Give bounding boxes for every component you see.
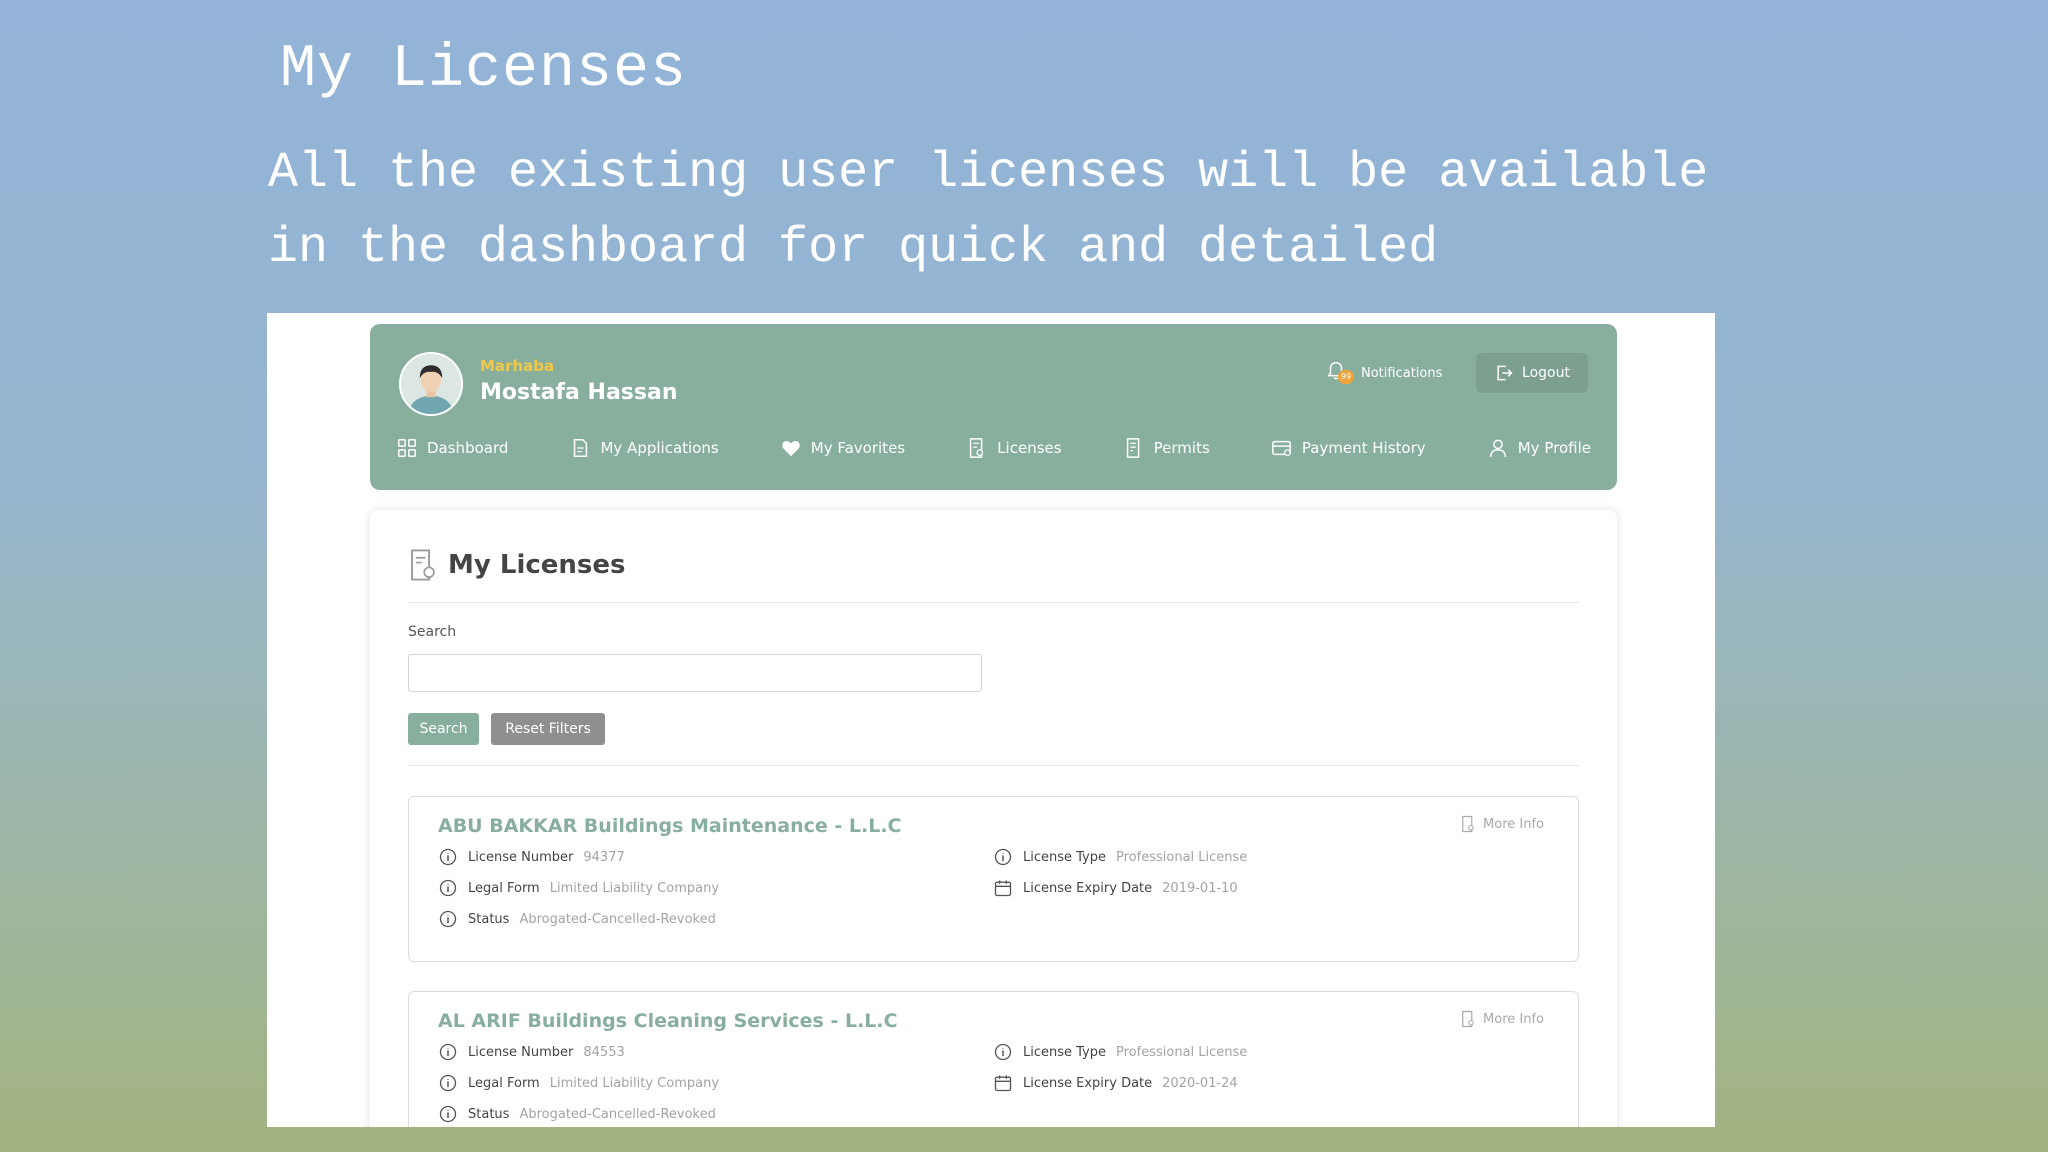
grid-icon: [398, 439, 416, 457]
legal-form-field: Legal Form Limited Liability Company: [438, 1073, 719, 1093]
license-icon: [411, 549, 435, 581]
greeting: Marhaba: [480, 357, 555, 375]
document-icon: [1462, 1010, 1474, 1028]
field-label: License Expiry Date: [1023, 880, 1153, 896]
bell-icon: 99: [1325, 360, 1357, 386]
field-label: Status: [468, 911, 510, 927]
slide-title: My Licenses: [280, 36, 688, 104]
license-expiry-field: License Expiry Date 2020-01-24: [993, 1073, 1238, 1093]
user-avatar[interactable]: [399, 352, 463, 416]
info-icon: [994, 848, 1012, 866]
app-screenshot: Marhaba Mostafa Hassan 99 Notifications …: [267, 313, 1715, 1127]
heart-icon: [782, 440, 800, 457]
nav-item-my-profile[interactable]: My Profile: [1487, 437, 1591, 459]
status-field: Status Abrogated-Cancelled-Revoked: [438, 1104, 716, 1124]
nav-item-my-applications[interactable]: My Applications: [569, 437, 719, 459]
more-info-link[interactable]: More Info: [1459, 1010, 1544, 1028]
permit-icon: [1126, 438, 1139, 458]
field-value: Professional License: [1116, 1044, 1248, 1060]
search-input[interactable]: [408, 654, 982, 692]
licenses-card: My Licenses Search Search Reset Filters …: [370, 510, 1617, 1127]
document-icon: [1462, 815, 1474, 833]
license-name[interactable]: AL ARIF Buildings Cleaning Services - L.…: [438, 1010, 898, 1032]
page-title-text: My Licenses: [448, 550, 626, 580]
search-label: Search: [408, 624, 457, 640]
field-value: 2019-01-10: [1162, 880, 1238, 896]
nav-label: Dashboard: [427, 439, 509, 457]
nav-label: My Applications: [600, 439, 719, 457]
license-type-field: License Type Professional License: [993, 1042, 1247, 1062]
nav-item-permits[interactable]: Permits: [1123, 437, 1210, 459]
nav-label: Licenses: [997, 439, 1062, 457]
nav-label: My Favorites: [810, 439, 906, 457]
license-number-field: License Number 84553: [438, 1042, 625, 1062]
field-label: License Type: [1023, 849, 1107, 865]
search-button[interactable]: Search: [408, 713, 479, 745]
field-label: License Number: [468, 849, 574, 865]
nav-item-dashboard[interactable]: Dashboard: [396, 437, 508, 459]
license-number-field: License Number 94377: [438, 847, 625, 867]
info-icon: [994, 1043, 1012, 1061]
more-info-label: More Info: [1483, 1011, 1544, 1027]
license-type-field: License Type Professional License: [993, 847, 1247, 867]
logout-label: Logout: [1522, 365, 1570, 381]
field-value: Limited Liability Company: [549, 880, 720, 896]
field-value: Limited Liability Company: [549, 1075, 720, 1091]
info-icon: [439, 1043, 457, 1061]
field-value: Professional License: [1116, 849, 1248, 865]
field-label: Legal Form: [468, 1075, 540, 1091]
info-icon: [439, 879, 457, 897]
notifications-label: Notifications: [1361, 365, 1443, 381]
license-expiry-field: License Expiry Date 2019-01-10: [993, 878, 1238, 898]
divider: [408, 602, 1579, 603]
legal-form-field: Legal Form Limited Liability Company: [438, 878, 719, 898]
notification-badge: 99: [1338, 370, 1354, 384]
info-icon: [439, 910, 457, 928]
calendar-icon: [994, 1075, 1012, 1092]
logout-icon: [1497, 365, 1513, 381]
field-label: License Type: [1023, 1044, 1107, 1060]
field-value: 84553: [583, 1044, 625, 1060]
app-header: Marhaba Mostafa Hassan 99 Notifications …: [370, 324, 1617, 490]
nav-label: Payment History: [1301, 439, 1426, 457]
license-item: ABU BAKKAR Buildings Maintenance - L.L.C…: [408, 796, 1579, 962]
nav-label: Permits: [1153, 439, 1210, 457]
license-item: AL ARIF Buildings Cleaning Services - L.…: [408, 991, 1579, 1127]
page-title: My Licenses: [408, 548, 626, 582]
field-value: Abrogated-Cancelled-Revoked: [519, 1106, 716, 1122]
info-icon: [439, 848, 457, 866]
info-icon: [439, 1074, 457, 1092]
field-value: Abrogated-Cancelled-Revoked: [519, 911, 716, 927]
slide-description: All the existing user licenses will be a…: [268, 145, 1709, 277]
field-value: 94377: [583, 849, 625, 865]
document-icon: [574, 439, 588, 457]
field-value: 2020-01-24: [1162, 1075, 1238, 1091]
nav-item-payment-history[interactable]: Payment History: [1271, 437, 1426, 459]
reset-filters-button[interactable]: Reset Filters: [491, 713, 605, 745]
card-icon: [1271, 440, 1291, 456]
license-name[interactable]: ABU BAKKAR Buildings Maintenance - L.L.C: [438, 815, 901, 837]
main-nav: Dashboard My Applications My Favorites L…: [396, 434, 1591, 462]
field-label: License Number: [468, 1044, 574, 1060]
user-name: Mostafa Hassan: [480, 380, 678, 405]
more-info-label: More Info: [1483, 816, 1544, 832]
nav-item-my-favorites[interactable]: My Favorites: [780, 437, 905, 459]
nav-item-licenses[interactable]: Licenses: [966, 437, 1062, 459]
person-icon: [1489, 439, 1506, 458]
calendar-icon: [994, 880, 1012, 897]
license-icon: [970, 438, 984, 458]
field-label: Legal Form: [468, 880, 540, 896]
more-info-link[interactable]: More Info: [1459, 815, 1544, 833]
field-label: Status: [468, 1106, 510, 1122]
logout-button[interactable]: Logout: [1476, 353, 1588, 393]
notifications-button[interactable]: 99 Notifications: [1325, 360, 1442, 386]
field-label: License Expiry Date: [1023, 1075, 1153, 1091]
divider: [408, 765, 1579, 766]
info-icon: [439, 1105, 457, 1123]
status-field: Status Abrogated-Cancelled-Revoked: [438, 909, 716, 929]
nav-label: My Profile: [1517, 439, 1591, 457]
